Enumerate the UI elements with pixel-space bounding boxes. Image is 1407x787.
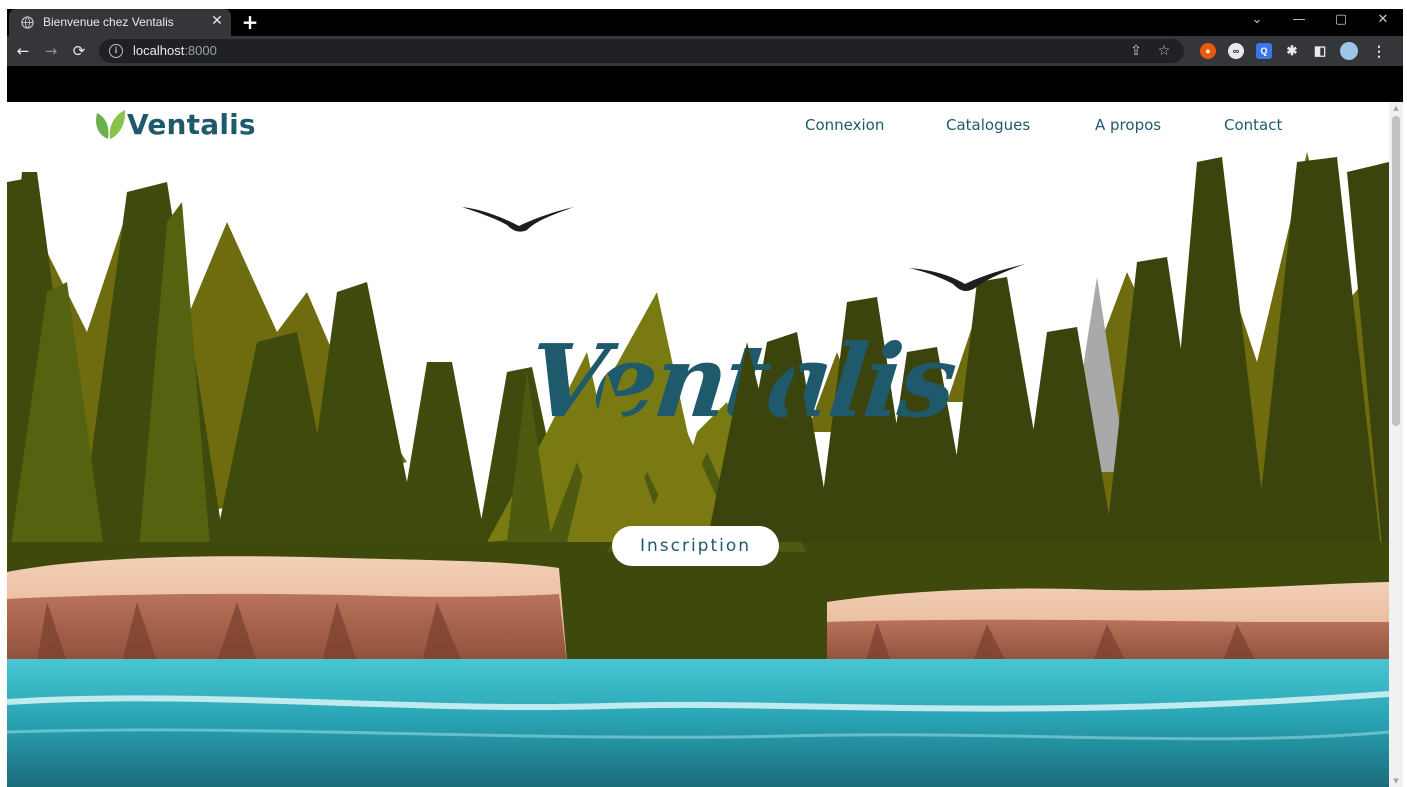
extension-dark-icon[interactable]: ∞: [1228, 43, 1244, 59]
tab-close-icon[interactable]: ✕: [209, 12, 225, 30]
scrollbar-thumb[interactable]: [1392, 116, 1400, 426]
star-icon[interactable]: ☆: [1155, 42, 1173, 60]
globe-icon: [21, 16, 34, 29]
address-bar[interactable]: i localhost:8000 ⇪ ☆: [99, 39, 1184, 63]
leaf-logo-icon: [96, 110, 126, 139]
sidepanel-icon[interactable]: ◧: [1312, 43, 1328, 59]
tab-strip: Bienvenue chez Ventalis ✕ + ⌄ — ▢ ✕: [7, 9, 1403, 36]
share-icon[interactable]: ⇪: [1127, 42, 1145, 60]
tab-search-chevron-icon[interactable]: ⌄: [1237, 9, 1277, 33]
scroll-down-arrow-icon[interactable]: ▼: [1389, 775, 1403, 787]
hero-title: Ventalis: [522, 322, 960, 440]
page-viewport: Ventalis Connexion Catalogues A propos C…: [7, 102, 1403, 787]
browser-toolbar: ← → ⟳ i localhost:8000 ⇪ ☆ ● ∞ Q ✱ ◧ ⋮: [7, 36, 1403, 66]
site-logo[interactable]: Ventalis: [94, 107, 256, 141]
close-window-button[interactable]: ✕: [1363, 9, 1403, 33]
scroll-up-arrow-icon[interactable]: ▲: [1389, 102, 1403, 114]
minimize-button[interactable]: —: [1279, 9, 1319, 33]
nav-a-propos[interactable]: A propos: [1095, 116, 1161, 134]
brand-name: Ventalis: [127, 107, 256, 141]
site-info-icon[interactable]: i: [109, 44, 123, 58]
browser-tab[interactable]: Bienvenue chez Ventalis ✕: [9, 9, 231, 36]
restore-button[interactable]: ▢: [1321, 9, 1361, 33]
browser-window: Bienvenue chez Ventalis ✕ + ⌄ — ▢ ✕ ← → …: [7, 9, 1403, 787]
nav-catalogues[interactable]: Catalogues: [946, 116, 1030, 134]
forest-hero-illustration: [7, 102, 1389, 787]
signup-button[interactable]: Inscription: [612, 526, 779, 566]
extension-q-icon[interactable]: Q: [1256, 43, 1272, 59]
extension-orange-icon[interactable]: ●: [1200, 43, 1216, 59]
nav-contact[interactable]: Contact: [1224, 116, 1282, 134]
back-button[interactable]: ←: [13, 41, 33, 61]
address-url[interactable]: localhost:8000: [133, 43, 217, 58]
puzzle-icon[interactable]: ✱: [1284, 43, 1300, 59]
forward-button[interactable]: →: [41, 41, 61, 61]
nav-connexion[interactable]: Connexion: [805, 116, 884, 134]
profile-avatar[interactable]: [1340, 42, 1358, 60]
page-scrollbar[interactable]: ▲ ▼: [1389, 102, 1403, 787]
bookmark-bar: [7, 66, 1403, 102]
reload-button[interactable]: ⟳: [69, 41, 89, 61]
site-header: Ventalis Connexion Catalogues A propos C…: [7, 102, 1389, 150]
new-tab-button[interactable]: +: [239, 10, 261, 34]
kebab-menu-icon[interactable]: ⋮: [1371, 43, 1387, 59]
tab-title: Bienvenue chez Ventalis: [43, 15, 174, 29]
